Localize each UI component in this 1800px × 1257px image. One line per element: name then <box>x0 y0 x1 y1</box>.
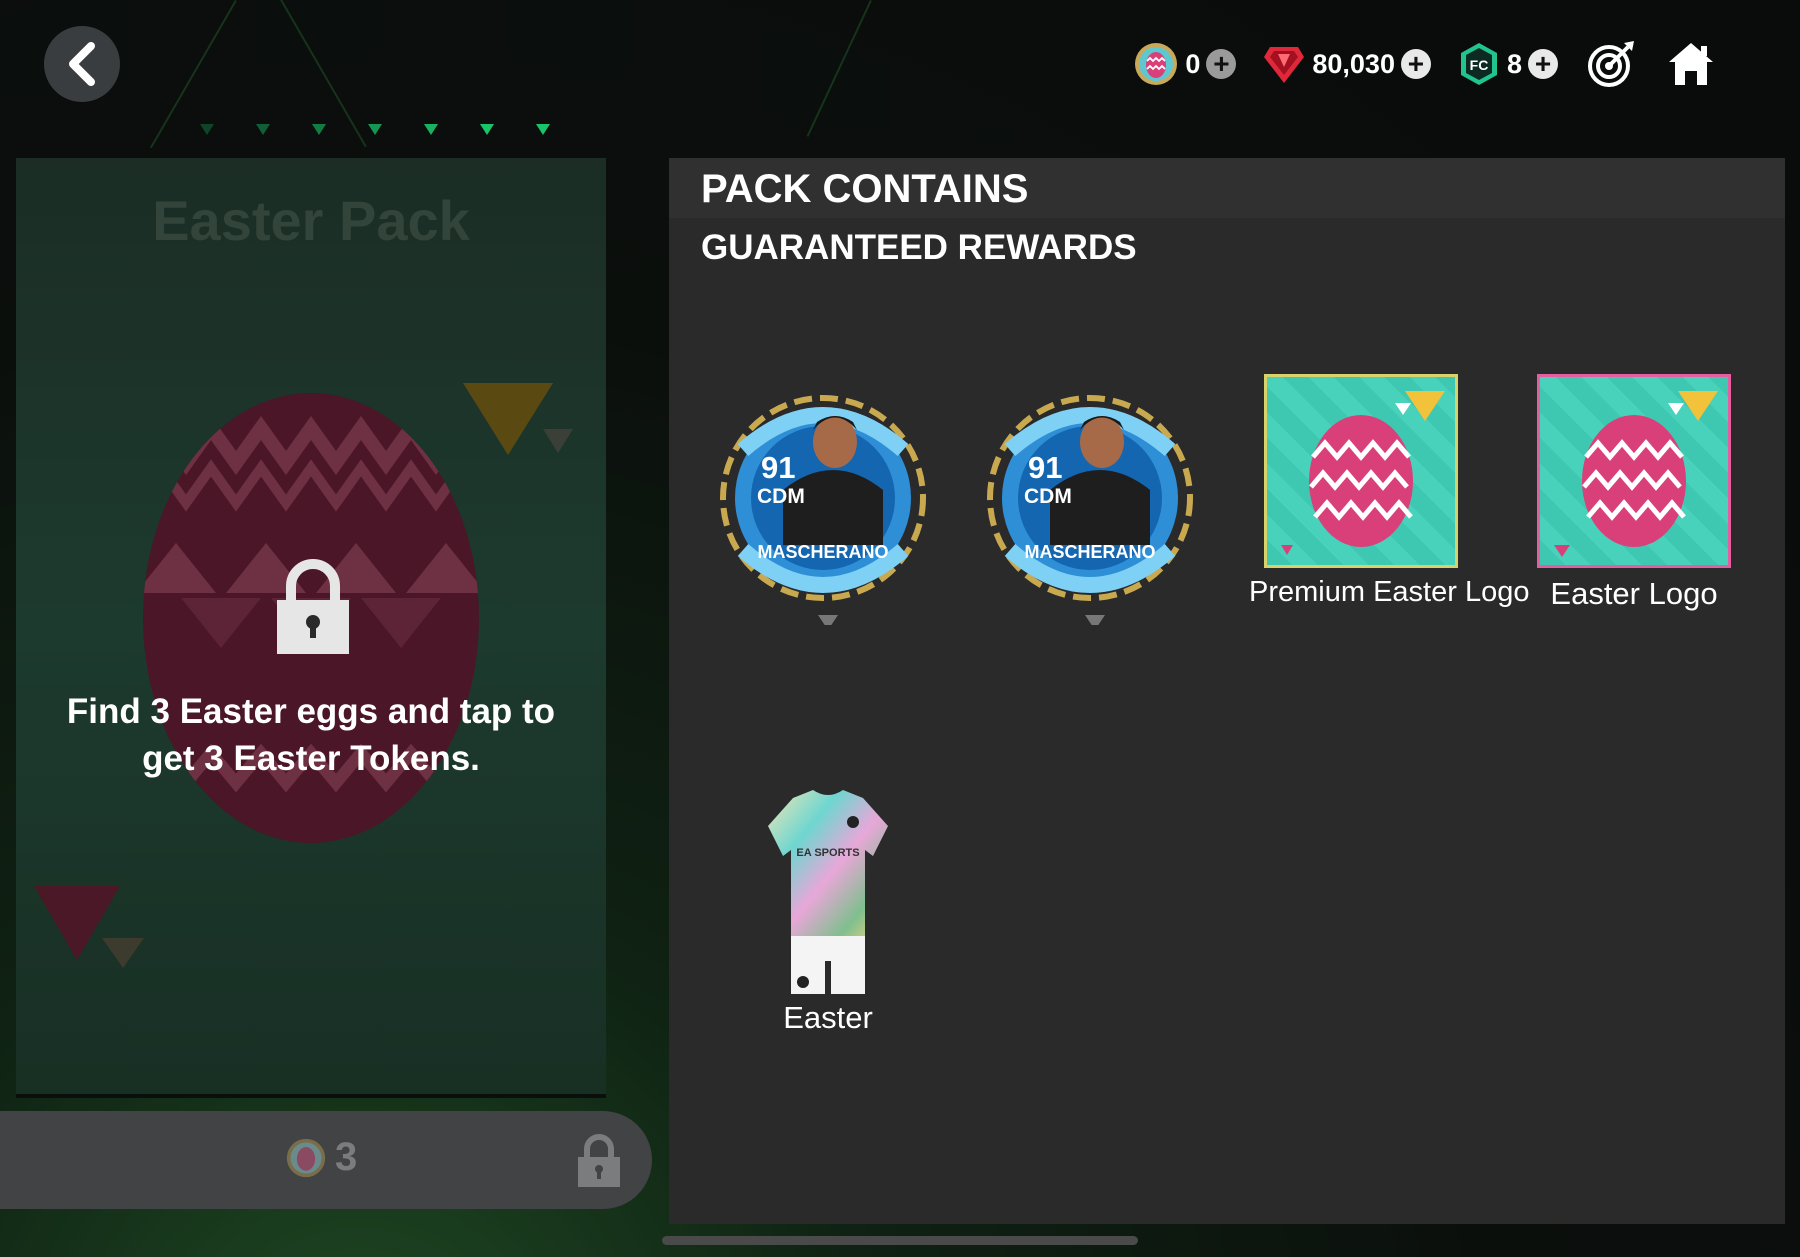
marker <box>536 124 550 135</box>
reward-premium-easter-logo[interactable]: Premium Easter Logo <box>1249 374 1530 609</box>
fc-points-value: 8 <box>1506 48 1522 79</box>
add-easter-token-button[interactable]: + <box>1206 49 1237 79</box>
guaranteed-rewards-header: GUARANTEED REWARDS <box>701 228 1137 267</box>
lock-icon <box>277 559 349 654</box>
home-button[interactable] <box>1664 37 1718 91</box>
easter-token-icon <box>286 1138 326 1177</box>
kit-sponsor: EA SPORTS <box>796 847 859 859</box>
reward-player-card[interactable]: 91 CDM MASCHERANO <box>713 380 933 630</box>
open-pack-button[interactable]: 3 <box>0 1111 652 1209</box>
triangle-decoration <box>34 886 144 968</box>
currency-bar: 0 + 80,030 + FC 8 + <box>1133 36 1718 92</box>
add-fc-points-button[interactable]: + <box>1528 49 1558 79</box>
chevron-left-icon <box>69 42 95 86</box>
back-button[interactable] <box>44 26 120 102</box>
player-rating: 91 <box>761 450 796 485</box>
svg-text:FC: FC <box>1470 57 1489 73</box>
reward-easter-logo[interactable]: Easter Logo <box>1514 374 1754 612</box>
marker <box>480 124 494 135</box>
add-gems-button[interactable]: + <box>1400 49 1431 79</box>
pack-title: Easter Pack <box>152 189 470 252</box>
pack-contains-header: PACK CONTAINS <box>669 158 1785 218</box>
lock-icon <box>578 1134 620 1187</box>
home-indicator[interactable] <box>662 1236 1138 1245</box>
player-name: MASCHERANO <box>1024 542 1156 562</box>
target-icon <box>1588 41 1634 87</box>
easter-token-icon <box>1135 43 1178 85</box>
logo-tile <box>1537 374 1731 568</box>
player-badge <box>987 395 1193 630</box>
player-position: CDM <box>1024 485 1072 508</box>
gem-icon <box>1264 47 1305 83</box>
easter-token-currency: 0 + <box>1133 41 1237 87</box>
gem-value: 80,030 <box>1312 48 1395 79</box>
page-indicator-markers <box>200 124 550 135</box>
fc-points-icon: FC <box>1460 43 1497 85</box>
reward-label: Easter <box>783 1000 873 1035</box>
unlock-instructions: Find 3 Easter eggs and tap to get 3 East… <box>66 692 556 778</box>
marker <box>256 124 270 135</box>
pack-contents-panel: PACK CONTAINS GUARANTEED REWARDS 91 CDM … <box>669 158 1785 1224</box>
easter-egg-icon <box>1554 391 1718 557</box>
marker <box>200 124 214 135</box>
marker <box>424 124 438 135</box>
reward-easter-kit[interactable]: EA SPORTS Easter <box>753 786 903 1036</box>
marker <box>312 124 326 135</box>
easter-token-value: 0 <box>1185 48 1201 79</box>
player-name: MASCHERANO <box>757 542 889 562</box>
pack-cost-value: 3 <box>335 1135 358 1179</box>
kit-jersey-icon: EA SPORTS <box>768 790 888 994</box>
reward-player-card[interactable]: 91 CDM MASCHERANO <box>980 380 1200 630</box>
reward-label: Premium Easter Logo <box>1249 576 1530 608</box>
home-icon <box>1669 43 1713 85</box>
gem-currency: 80,030 + <box>1262 43 1431 85</box>
player-position: CDM <box>757 485 805 508</box>
marker <box>368 124 382 135</box>
easter-egg-icon <box>1281 391 1445 555</box>
easter-pack-card[interactable]: Easter Pack Find 3 Easter eggs and tap t… <box>16 158 606 1098</box>
logo-tile <box>1264 374 1458 568</box>
pack-cost: 3 <box>285 1135 357 1180</box>
fc-points-currency: FC 8 + <box>1457 41 1558 87</box>
player-rating: 91 <box>1028 450 1063 485</box>
player-badge <box>720 395 926 630</box>
reward-label: Easter Logo <box>1550 576 1718 611</box>
objectives-button[interactable] <box>1584 37 1638 91</box>
